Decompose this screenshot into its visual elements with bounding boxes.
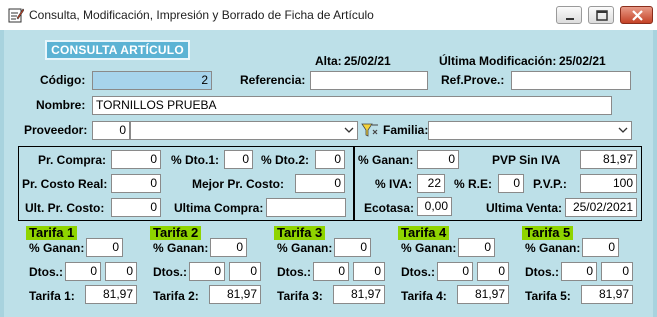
maximize-icon bbox=[596, 10, 608, 21]
tarifa-label: Tarifa 2: bbox=[153, 289, 199, 303]
tarifa-title: Tarifa 4 bbox=[398, 226, 450, 240]
iva-label: % IVA: bbox=[375, 177, 413, 191]
tarifa-value-field[interactable]: 81,97 bbox=[85, 285, 137, 304]
tarifa-dtos-label: Dtos.: bbox=[153, 265, 187, 279]
iva-field[interactable]: 22 bbox=[417, 174, 445, 193]
tarifa-ganan-field[interactable]: 0 bbox=[458, 238, 495, 257]
ultima-modificacion-value: 25/02/21 bbox=[559, 54, 606, 68]
tarifa-dto-a-field[interactable]: 0 bbox=[437, 262, 473, 281]
window-title: Consulta, Modificación, Impresión y Borr… bbox=[29, 8, 374, 22]
tarifa-dto-a-field[interactable]: 0 bbox=[65, 262, 101, 281]
article-window: Consulta, Modificación, Impresión y Borr… bbox=[0, 0, 657, 317]
tarifa-ganan-label: % Ganan: bbox=[401, 241, 457, 255]
tarifa-label: Tarifa 3: bbox=[277, 289, 323, 303]
ref-prove-label: Ref.Prove.: bbox=[441, 73, 505, 87]
referencia-field[interactable] bbox=[310, 71, 428, 90]
familia-dropdown[interactable] bbox=[428, 121, 632, 140]
pvp-sin-iva-label: PVP Sin IVA bbox=[492, 153, 561, 167]
chevron-down-icon bbox=[618, 127, 628, 133]
ganan-label: % Ganan: bbox=[358, 153, 414, 167]
tarifa-label: Tarifa 1: bbox=[29, 289, 75, 303]
ultima-compra-label: Ultima Compra: bbox=[174, 201, 264, 215]
close-icon bbox=[632, 10, 643, 21]
alta-value: 25/02/21 bbox=[344, 54, 391, 68]
tarifa-dto-a-field[interactable]: 0 bbox=[561, 262, 597, 281]
tarifa-dtos-label: Dtos.: bbox=[277, 265, 311, 279]
ultima-venta-field[interactable]: 25/02/2021 bbox=[565, 198, 637, 217]
mejor-pr-costo-field[interactable]: 0 bbox=[295, 174, 345, 193]
pvp-field[interactable]: 100 bbox=[580, 174, 637, 193]
tarifa-dto-b-field[interactable]: 0 bbox=[105, 262, 137, 281]
alta-label: Alta: bbox=[315, 54, 342, 68]
proveedor-code-field[interactable]: 0 bbox=[92, 121, 130, 140]
ultima-compra-field[interactable] bbox=[266, 198, 346, 217]
tarifa-ganan-field[interactable]: 0 bbox=[334, 238, 371, 257]
nombre-field[interactable]: TORNILLOS PRUEBA bbox=[92, 96, 612, 115]
tarifa-title: Tarifa 1 bbox=[26, 226, 78, 240]
proveedor-dropdown[interactable] bbox=[130, 121, 358, 140]
re-label: % R.E: bbox=[454, 177, 493, 191]
tarifa-dtos-label: Dtos.: bbox=[401, 265, 435, 279]
ganan-field[interactable]: 0 bbox=[417, 150, 459, 169]
tarifa-dto-a-field[interactable]: 0 bbox=[189, 262, 225, 281]
ecotasa-label: Ecotasa: bbox=[364, 201, 415, 215]
tarifa-dtos-label: Dtos.: bbox=[29, 265, 63, 279]
re-field[interactable]: 0 bbox=[498, 174, 524, 193]
tarifa-dto-b-field[interactable]: 0 bbox=[477, 262, 509, 281]
tarifa-ganan-label: % Ganan: bbox=[153, 241, 209, 255]
tarifa-value-field[interactable]: 81,97 bbox=[333, 285, 385, 304]
pr-compra-label: Pr. Compra: bbox=[38, 153, 107, 167]
pvp-label: P.V.P.: bbox=[533, 177, 567, 191]
ultima-modificacion-label: Última Modificación: bbox=[439, 54, 557, 68]
tarifa-dto-b-field[interactable]: 0 bbox=[601, 262, 633, 281]
referencia-label: Referencia: bbox=[240, 73, 306, 87]
pr-costo-real-label: Pr. Costo Real: bbox=[22, 177, 108, 191]
proveedor-label: Proveedor: bbox=[24, 123, 88, 137]
familia-label: Familia: bbox=[383, 123, 429, 137]
pr-compra-field[interactable]: 0 bbox=[111, 150, 161, 169]
chevron-down-icon bbox=[344, 127, 354, 133]
tarifa-ganan-field[interactable]: 0 bbox=[86, 238, 123, 257]
tarifa-dto-b-field[interactable]: 0 bbox=[229, 262, 261, 281]
tarifa-ganan-field[interactable]: 0 bbox=[582, 238, 619, 257]
dto2-field[interactable]: 0 bbox=[315, 150, 345, 169]
pr-costo-real-field[interactable]: 0 bbox=[111, 174, 161, 193]
tarifa-dto-a-field[interactable]: 0 bbox=[313, 262, 349, 281]
tarifa-title: Tarifa 3 bbox=[274, 226, 326, 240]
tarifa-dto-b-field[interactable]: 0 bbox=[353, 262, 385, 281]
tarifa-title: Tarifa 2 bbox=[150, 226, 202, 240]
nombre-label: Nombre: bbox=[36, 98, 86, 112]
tarifa-value-field[interactable]: 81,97 bbox=[457, 285, 509, 304]
tarifa-ganan-field[interactable]: 0 bbox=[210, 238, 247, 257]
title-bar: Consulta, Modificación, Impresión y Borr… bbox=[0, 0, 657, 30]
tarifa-ganan-label: % Ganan: bbox=[525, 241, 581, 255]
filter-icon[interactable] bbox=[361, 121, 379, 139]
dto1-label: % Dto.1: bbox=[171, 153, 219, 167]
ultima-venta-label: Ultima Venta: bbox=[486, 201, 563, 215]
close-button[interactable] bbox=[620, 6, 653, 24]
pvp-sin-iva-field[interactable]: 81,97 bbox=[580, 150, 637, 169]
minimize-icon bbox=[566, 18, 574, 20]
mejor-pr-costo-label: Mejor Pr. Costo: bbox=[192, 177, 285, 191]
tarifa-value-field[interactable]: 81,97 bbox=[581, 285, 633, 304]
ecotasa-field[interactable]: 0,00 bbox=[417, 197, 452, 216]
minimize-button[interactable] bbox=[556, 6, 582, 24]
maximize-button[interactable] bbox=[588, 6, 614, 24]
tarifa-label: Tarifa 5: bbox=[525, 289, 571, 303]
tarifa-title: Tarifa 5 bbox=[522, 226, 574, 240]
dto2-label: % Dto.2: bbox=[261, 153, 309, 167]
ref-prove-field[interactable] bbox=[511, 71, 631, 90]
dto1-field[interactable]: 0 bbox=[224, 150, 253, 169]
tarifa-ganan-label: % Ganan: bbox=[277, 241, 333, 255]
tarifa-ganan-label: % Ganan: bbox=[29, 241, 85, 255]
codigo-field[interactable]: 2 bbox=[92, 71, 212, 90]
tarifa-dtos-label: Dtos.: bbox=[525, 265, 559, 279]
tarifa-label: Tarifa 4: bbox=[401, 289, 447, 303]
consulta-articulo-badge: CONSULTA ARTÍCULO bbox=[45, 40, 190, 60]
tarifa-value-field[interactable]: 81,97 bbox=[209, 285, 261, 304]
edit-form-icon bbox=[8, 7, 25, 23]
ult-pr-costo-field[interactable]: 0 bbox=[111, 198, 161, 217]
codigo-label: Código: bbox=[40, 73, 86, 87]
ult-pr-costo-label: Ult. Pr. Costo: bbox=[25, 201, 105, 215]
